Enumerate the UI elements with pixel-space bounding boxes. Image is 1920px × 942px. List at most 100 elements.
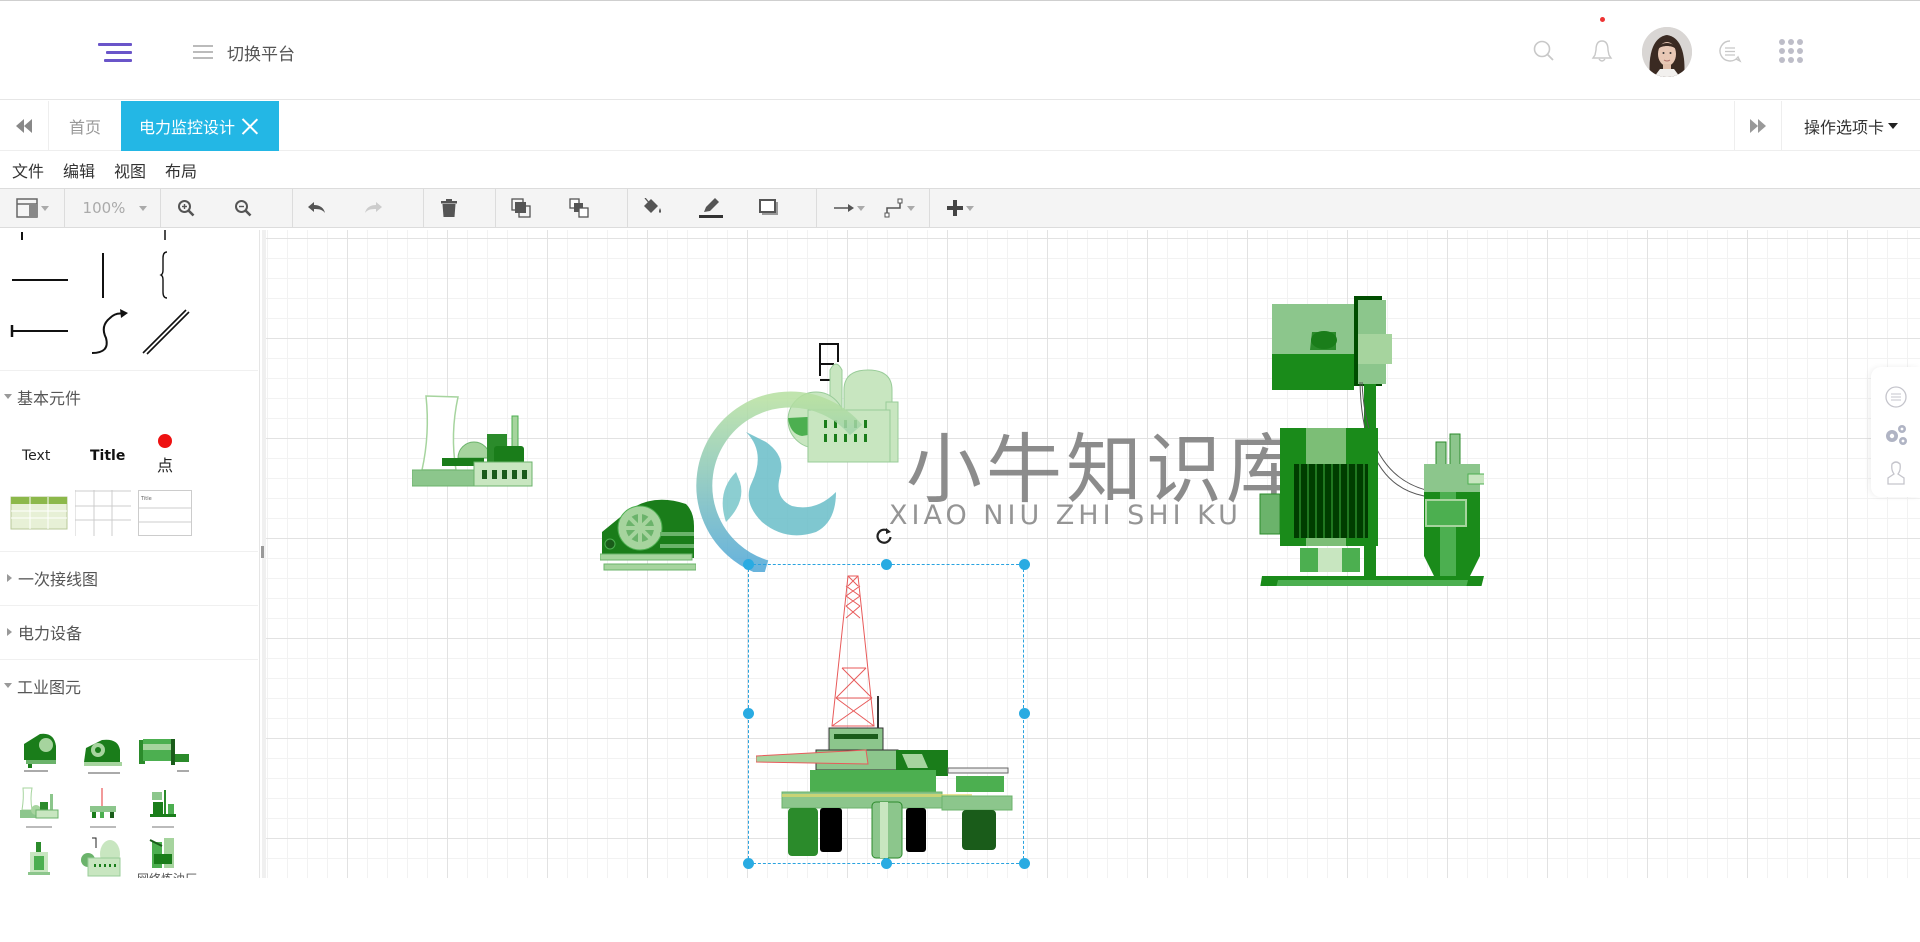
ball-mill-icon [139,739,189,772]
apps-grid-icon [1779,39,1803,63]
settings-icon [1886,425,1907,445]
section-single-line-diagram[interactable]: 一次接线图 [0,551,258,603]
palette-curly-brace[interactable] [150,230,180,302]
tabs-scroll-right-button[interactable] [1734,101,1782,151]
switch-platform-button[interactable]: 切换平台 [193,39,295,65]
section-basic-components[interactable]: 基本元件 [0,370,258,422]
menubar: 文件 编辑 视图 布局 [0,152,1920,188]
palette-refinery-factory[interactable] [80,836,124,878]
fan-machine-icon [24,733,56,772]
shape-offshore-oil-platform[interactable] [755,568,1020,862]
zoom-in-button[interactable] [173,189,199,227]
toolbar-separator [292,189,293,227]
resize-handle-top-left[interactable] [743,559,754,570]
palette-network-refinery[interactable] [148,834,188,870]
section-industrial-elements[interactable]: 工业图元 [0,659,258,711]
line-color-button[interactable] [697,189,725,227]
format-panel-button[interactable] [12,189,52,227]
palette-oil-platform[interactable] [86,786,120,832]
resize-handle-bottom[interactable] [881,858,892,869]
palette-title[interactable]: Title [90,448,125,464]
palette-titled-table[interactable]: Title [138,490,192,536]
vertical-line-shape [102,253,104,298]
caret-down-icon [965,205,974,211]
tabs-scroll-left-button[interactable] [0,101,49,151]
palette-line-horizontal[interactable] [8,232,68,302]
palette-ball-mill[interactable] [137,736,193,776]
resize-handle-top-right[interactable] [1019,559,1030,570]
user-icon [1887,461,1905,485]
palette-curved-arrow[interactable] [88,306,130,356]
apps-button[interactable] [1775,35,1807,67]
palette-fan-machine[interactable] [20,730,60,776]
menu-view[interactable]: 视图 [114,158,146,182]
palette-text[interactable]: Text [22,448,50,464]
palette-line-end-bar[interactable] [8,318,68,348]
insert-button[interactable] [940,189,980,227]
section-label: 工业图元 [17,677,82,697]
curly-brace-shape [159,230,168,299]
palette-label-network-refinery: 网络炼油厂 [137,870,197,878]
to-back-button[interactable] [566,189,592,227]
palette-line-vertical[interactable] [90,250,120,300]
palette-motor-pump[interactable] [148,786,178,832]
delete-button[interactable] [436,189,462,227]
palette-grid-table[interactable] [74,490,131,536]
rotate-handle[interactable] [874,526,894,546]
resize-handle-right[interactable] [1019,708,1030,719]
palette-nuclear-plant[interactable] [18,786,62,832]
settings-button[interactable] [1883,422,1909,448]
palette-double-line[interactable] [140,306,192,356]
avatar[interactable] [1642,27,1692,77]
tab-home[interactable]: 首页 [49,101,121,151]
redo-icon [365,202,382,213]
menu-layout[interactable]: 布局 [165,158,197,182]
menu-line [104,59,132,62]
chat-button[interactable] [1883,384,1909,410]
tab-operations-dropdown[interactable]: 操作选项卡 [1782,101,1920,151]
section-power-equipment[interactable]: 电力设备 [0,605,258,657]
message-icon [1719,40,1742,63]
tab-label: 电力监控设计 [139,118,236,137]
shape-refinery-factory[interactable] [776,342,926,492]
palette-green-table[interactable] [10,496,68,530]
waypoints-button[interactable] [878,189,920,227]
resize-handle-bottom-left[interactable] [743,858,754,869]
palette-jaw-crusher[interactable] [82,734,124,776]
resize-handle-bottom-right[interactable] [1019,858,1030,869]
floating-tools-panel [1871,367,1920,497]
undo-button[interactable] [303,189,329,227]
send-to-back-icon [569,198,589,218]
jaw-crusher-graphic [599,499,697,571]
shadow-button[interactable] [756,189,782,227]
tab-power-monitoring-design[interactable]: 电力监控设计 [121,101,279,151]
zoom-out-button[interactable] [230,189,256,227]
to-front-button[interactable] [508,189,534,227]
shape-nuclear-power-plant[interactable] [411,394,534,490]
fill-color-button[interactable] [640,189,666,227]
resize-handle-left[interactable] [743,708,754,719]
double-chevron-right-icon [1750,119,1766,133]
splitter-handle[interactable] [261,546,264,558]
shape-jaw-crusher[interactable] [599,498,697,574]
notifications-button[interactable] [1586,35,1618,67]
connection-style-button[interactable] [828,189,870,227]
menu-edit[interactable]: 编辑 [63,158,95,182]
sidebar-toggle-button[interactable] [98,39,134,65]
network-refinery-icon [149,838,174,868]
close-icon[interactable] [241,117,259,135]
palette-point[interactable]: 点 [150,434,180,484]
redo-button[interactable] [361,189,387,227]
search-button[interactable] [1528,35,1560,67]
shape-motor-pump-unit[interactable] [1256,294,1497,600]
header: 切换平台 [0,1,1920,100]
palette-dust-collector[interactable] [24,842,54,878]
diagram-canvas[interactable]: 小牛知识库 XIAO NIU ZHI SHI KU [266,230,1920,878]
messages-button[interactable] [1714,35,1746,67]
user-button[interactable] [1883,460,1909,486]
zoom-dropdown[interactable]: 100% [80,189,150,227]
menu-file[interactable]: 文件 [12,158,44,182]
arrow-right-icon [833,204,854,212]
chat-icon [1885,386,1907,408]
resize-handle-top[interactable] [881,559,892,570]
